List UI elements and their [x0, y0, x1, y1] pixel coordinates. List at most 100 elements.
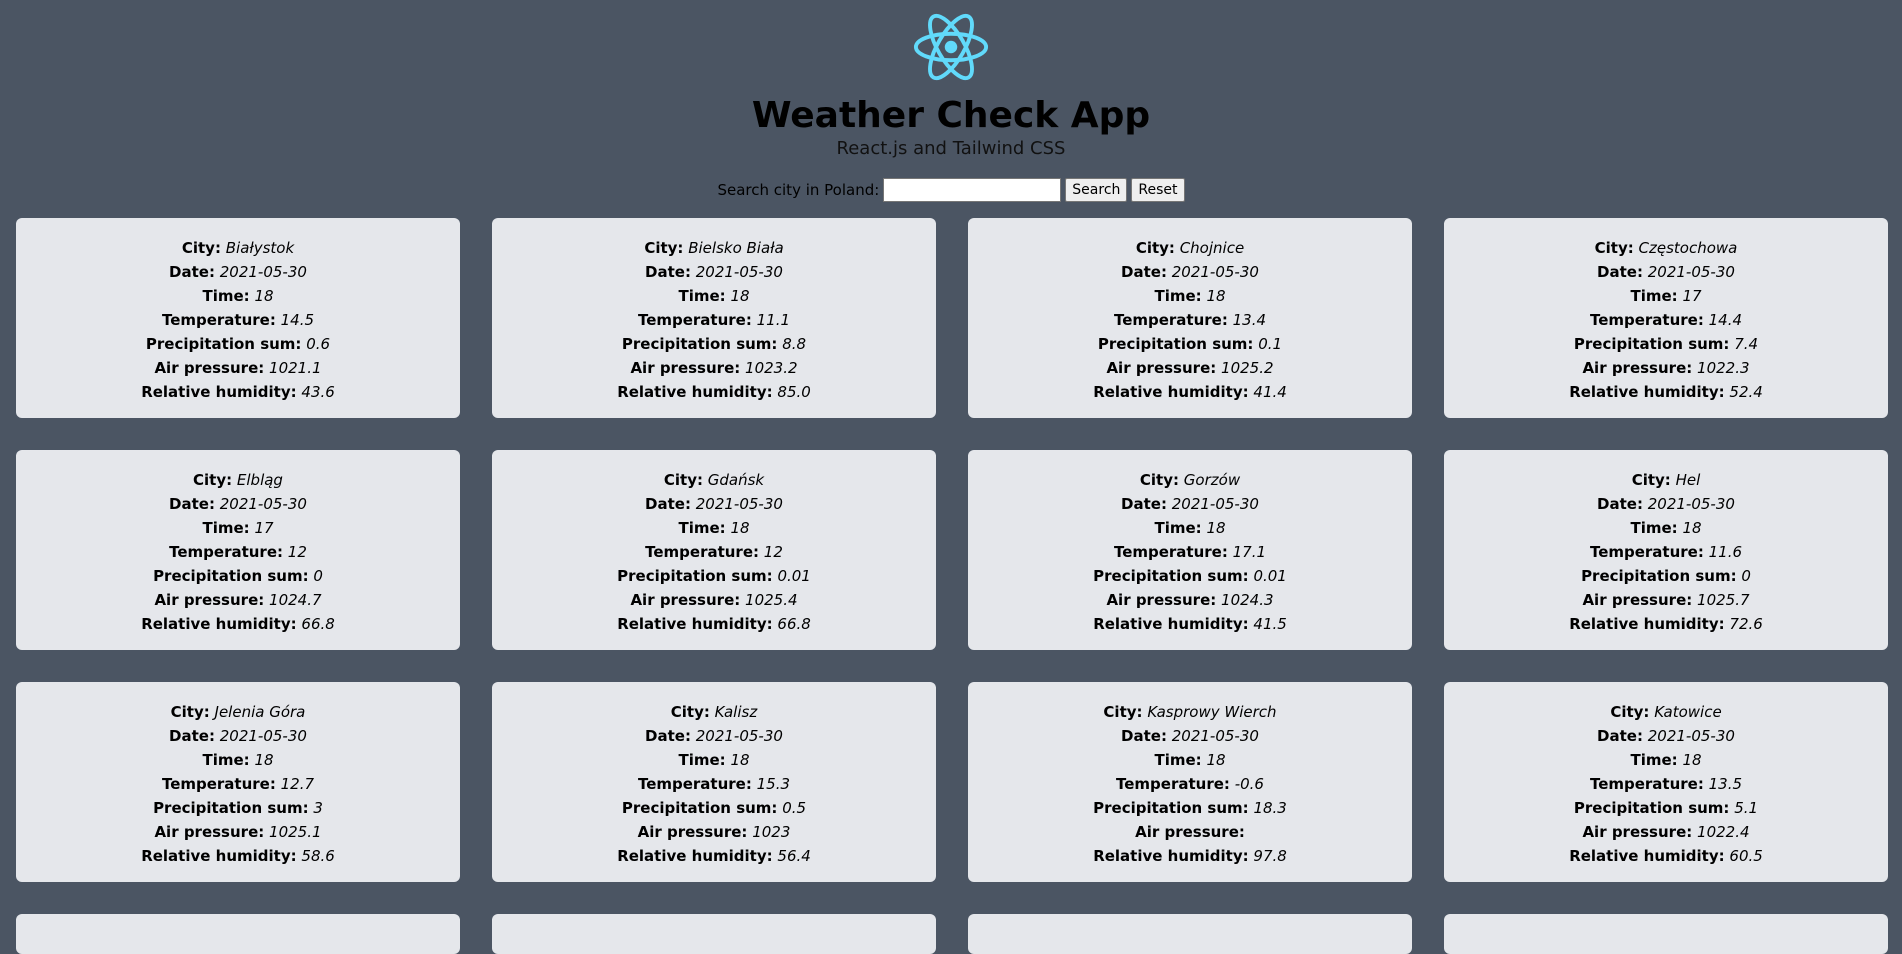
temperature-row: Temperature: 12 [645, 543, 783, 561]
precipitation-row: Precipitation sum: 7.4 [1573, 335, 1759, 353]
time-row: Time: 18 [1630, 751, 1702, 769]
temperature-value: 15.3 [756, 775, 791, 793]
temperature-row: Temperature: 12 [169, 543, 307, 561]
humidity-row: Relative humidity: 41.4 [1093, 383, 1287, 401]
date-row: Date: 2021-05-30 [169, 495, 307, 513]
time-row: Time: 18 [1630, 519, 1702, 537]
weather-card: City: Hel Date: 2021-05-30 Time: 18 Temp… [1444, 450, 1888, 650]
humidity-row: Relative humidity: 41.5 [1093, 615, 1287, 633]
app-title: Weather Check App [751, 95, 1151, 136]
time-value: 18 [1682, 519, 1702, 537]
time-row: Time: 17 [202, 519, 274, 537]
city-row: City: Kasprowy Wierch [1103, 703, 1277, 721]
temperature-value: 13.5 [1708, 775, 1743, 793]
weather-card-grid: City: Białystok Date: 2021-05-30 Time: 1… [16, 218, 1888, 954]
weather-card [16, 914, 460, 954]
date-value: 2021-05-30 [219, 263, 307, 281]
precipitation-value: 0 [1741, 567, 1751, 585]
pressure-value: 1023.2 [745, 359, 798, 377]
temperature-value: -0.6 [1234, 775, 1264, 793]
temperature-value: 12.7 [280, 775, 315, 793]
time-value: 18 [1206, 287, 1226, 305]
weather-card: City: Gdańsk Date: 2021-05-30 Time: 18 T… [492, 450, 936, 650]
time-value: 18 [1682, 751, 1702, 769]
pressure-value: 1024.7 [269, 591, 322, 609]
date-value: 2021-05-30 [219, 727, 307, 745]
temperature-value: 11.1 [756, 311, 791, 329]
city-value: Białystok [225, 239, 295, 257]
city-value: Elbląg [236, 471, 283, 489]
city-row: City: Jelenia Góra [170, 703, 306, 721]
precipitation-row: Precipitation sum: 0 [1581, 567, 1751, 585]
search-button[interactable]: Search [1065, 178, 1128, 202]
search-form: Search city in Poland: Search Reset [0, 177, 1902, 203]
time-row: Time: 17 [1630, 287, 1702, 305]
city-value: Katowice [1654, 703, 1722, 721]
weather-card: City: Kalisz Date: 2021-05-30 Time: 18 T… [492, 682, 936, 882]
time-value: 18 [730, 519, 750, 537]
humidity-value: 56.4 [777, 847, 811, 865]
date-value: 2021-05-30 [1171, 263, 1259, 281]
pressure-value: 1022.3 [1697, 359, 1750, 377]
date-row: Date: 2021-05-30 [1597, 727, 1735, 745]
humidity-value: 58.6 [301, 847, 335, 865]
search-input[interactable] [883, 178, 1062, 202]
time-row: Time: 18 [202, 751, 274, 769]
date-value: 2021-05-30 [1647, 263, 1735, 281]
page: Weather Check App React.js and Tailwind … [0, 0, 1902, 954]
precipitation-value: 0.01 [777, 567, 811, 585]
precipitation-row: Precipitation sum: 5.1 [1573, 799, 1759, 817]
city-row: City: Katowice [1610, 703, 1722, 721]
date-value: 2021-05-30 [695, 263, 783, 281]
temperature-value: 12 [763, 543, 783, 561]
pressure-value: 1025.4 [745, 591, 798, 609]
city-row: City: Kalisz [670, 703, 758, 721]
precipitation-value: 5.1 [1734, 799, 1759, 817]
date-row: Date: 2021-05-30 [645, 495, 783, 513]
temperature-value: 11.6 [1708, 543, 1743, 561]
precipitation-value: 0 [313, 567, 323, 585]
time-row: Time: 18 [1154, 287, 1226, 305]
time-value: 17 [1682, 287, 1702, 305]
date-value: 2021-05-30 [1171, 495, 1259, 513]
temperature-row: Temperature: 11.1 [637, 311, 791, 329]
search-label: Search city in Poland: [717, 181, 880, 199]
temperature-row: Temperature: 12.7 [161, 775, 315, 793]
temperature-row: Temperature: -0.6 [1116, 775, 1264, 793]
time-row: Time: 18 [678, 287, 750, 305]
pressure-row: Air pressure: 1022.4 [1582, 823, 1750, 841]
weather-card [968, 914, 1412, 954]
city-value: Chojnice [1179, 239, 1245, 257]
temperature-value: 14.5 [280, 311, 315, 329]
humidity-value: 43.6 [301, 383, 335, 401]
weather-card: City: Gorzów Date: 2021-05-30 Time: 18 T… [968, 450, 1412, 650]
city-row: City: Gdańsk [663, 471, 765, 489]
humidity-row: Relative humidity: 56.4 [617, 847, 811, 865]
time-row: Time: 18 [678, 519, 750, 537]
precipitation-value: 3 [313, 799, 323, 817]
city-row: City: Hel [1631, 471, 1701, 489]
date-row: Date: 2021-05-30 [1121, 495, 1259, 513]
humidity-row: Relative humidity: 43.6 [141, 383, 335, 401]
city-row: City: Częstochowa [1594, 239, 1738, 257]
temperature-row: Temperature: 15.3 [637, 775, 791, 793]
pressure-value: 1025.1 [269, 823, 322, 841]
time-value: 18 [254, 287, 274, 305]
reset-button[interactable]: Reset [1131, 178, 1185, 202]
pressure-row: Air pressure: 1023.2 [630, 359, 798, 377]
weather-card: City: Elbląg Date: 2021-05-30 Time: 17 T… [16, 450, 460, 650]
pressure-value: 1025.2 [1221, 359, 1274, 377]
precipitation-row: Precipitation sum: 0.01 [617, 567, 811, 585]
weather-card: City: Częstochowa Date: 2021-05-30 Time:… [1444, 218, 1888, 418]
pressure-value: 1023 [752, 823, 791, 841]
date-row: Date: 2021-05-30 [1597, 495, 1735, 513]
precipitation-row: Precipitation sum: 0.6 [145, 335, 331, 353]
city-value: Hel [1675, 471, 1701, 489]
city-value: Kalisz [714, 703, 758, 721]
temperature-value: 14.4 [1708, 311, 1743, 329]
humidity-value: 60.5 [1729, 847, 1763, 865]
pressure-value: 1024.3 [1221, 591, 1274, 609]
weather-card: City: Kasprowy Wierch Date: 2021-05-30 T… [968, 682, 1412, 882]
app-subtitle: React.js and Tailwind CSS [836, 138, 1066, 159]
temperature-value: 17.1 [1232, 543, 1267, 561]
